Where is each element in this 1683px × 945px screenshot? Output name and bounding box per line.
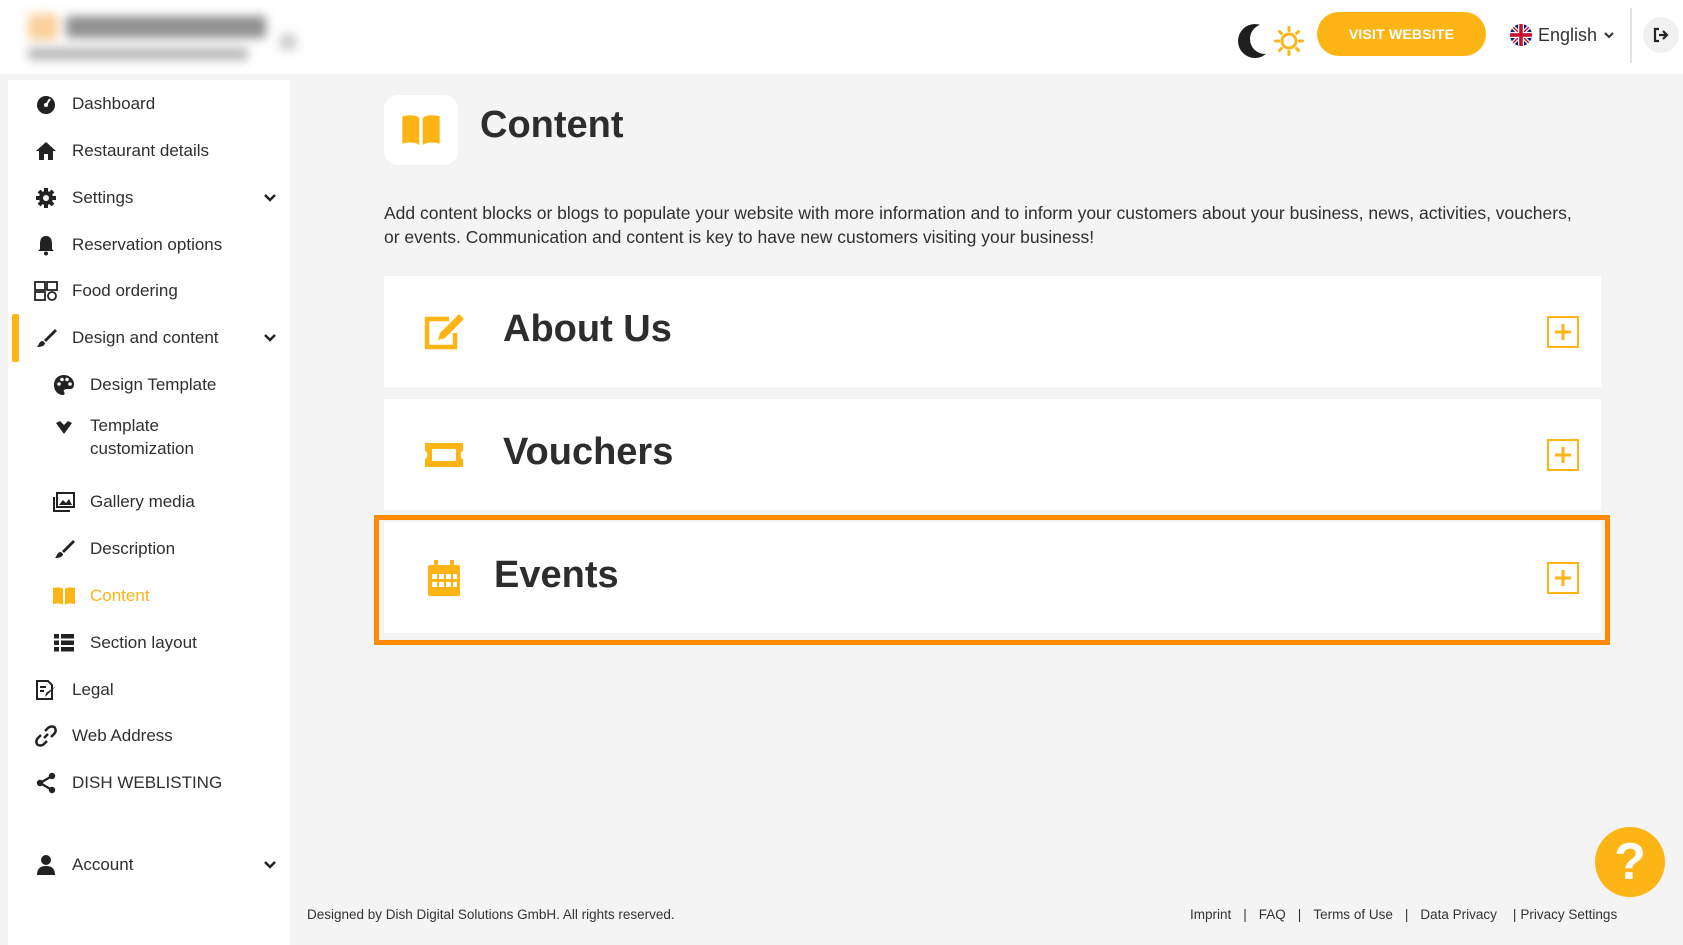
- calendar-icon: [422, 556, 466, 600]
- chevron-down-icon: [264, 861, 276, 869]
- events-card[interactable]: Events: [384, 522, 1601, 633]
- home-icon: [34, 139, 58, 163]
- top-bar: VISIT WEBSITE English: [0, 0, 1683, 74]
- legal-icon: [34, 678, 58, 702]
- sidebar-item-label: Legal: [72, 680, 114, 699]
- sidebar: Dashboard Restaurant details Settings Re…: [8, 80, 290, 945]
- sidebar-item-label: Web Address: [72, 726, 173, 745]
- visit-website-button[interactable]: VISIT WEBSITE: [1317, 12, 1486, 56]
- expand-plus-icon[interactable]: [1547, 316, 1579, 348]
- sidebar-item-design-and-content[interactable]: Design and content: [8, 318, 290, 358]
- chevron-down-icon: [264, 334, 276, 342]
- sidebar-item-label: Settings: [72, 188, 134, 207]
- sidebar-item-description[interactable]: Description: [8, 529, 290, 569]
- moon-icon: [1238, 24, 1280, 58]
- pen-icon: [52, 537, 76, 561]
- palette-icon: [52, 373, 76, 397]
- footer-link-data-privacy[interactable]: Data Privacy: [1420, 907, 1497, 922]
- dashboard-icon: [34, 92, 58, 116]
- sidebar-item-template-customization[interactable]: Template customization: [8, 412, 290, 460]
- sidebar-item-label: Section layout: [90, 633, 197, 652]
- sidebar-item-label: Dashboard: [72, 94, 156, 113]
- page-title: Content: [480, 104, 624, 146]
- magic-icon: [52, 416, 76, 440]
- sidebar-item-dish-weblisting[interactable]: DISH WEBLISTING: [8, 763, 290, 803]
- footer-link-faq[interactable]: FAQ: [1259, 907, 1286, 922]
- sidebar-item-reservation-options[interactable]: Reservation options: [8, 225, 290, 265]
- sidebar-item-section-layout[interactable]: Section layout: [8, 623, 290, 663]
- share-icon: [34, 771, 58, 795]
- help-button[interactable]: ?: [1595, 827, 1665, 897]
- footer-separator: |: [1512, 907, 1517, 922]
- footer-link-privacy-settings[interactable]: Privacy Settings: [1520, 907, 1617, 922]
- link-icon: [34, 724, 58, 748]
- logout-button[interactable]: [1643, 17, 1679, 53]
- user-icon: [34, 853, 58, 877]
- sidebar-item-food-ordering[interactable]: Food ordering: [8, 271, 290, 311]
- sidebar-item-design-template[interactable]: Design Template: [8, 365, 290, 405]
- brand-dropdown-icon: [280, 34, 296, 50]
- divider: [1630, 8, 1632, 63]
- sidebar-item-account[interactable]: Account: [8, 845, 290, 885]
- sidebar-item-dashboard[interactable]: Dashboard: [8, 84, 290, 124]
- chevron-down-icon: [1604, 32, 1614, 39]
- sidebar-item-legal[interactable]: Legal: [8, 670, 290, 710]
- footer-separator: |: [1297, 907, 1302, 922]
- footer-links: Imprint | FAQ | Terms of Use | Data Priv…: [1190, 907, 1617, 922]
- chevron-down-icon: [264, 194, 276, 202]
- footer-separator: |: [1243, 907, 1247, 922]
- theme-toggle[interactable]: [1238, 20, 1308, 60]
- sidebar-item-content[interactable]: Content: [8, 576, 290, 616]
- logout-icon: [1653, 27, 1669, 43]
- about-us-card[interactable]: About Us: [384, 276, 1601, 387]
- sidebar-item-label: DISH WEBLISTING: [72, 773, 223, 792]
- footer-link-terms-of-use[interactable]: Terms of Use: [1313, 907, 1393, 922]
- sidebar-item-web-address[interactable]: Web Address: [8, 716, 290, 756]
- page-description: Add content blocks or blogs to populate …: [384, 203, 1572, 247]
- sidebar-item-label: Reservation options: [72, 235, 223, 254]
- brand-name-blurred: [66, 16, 266, 38]
- footer-copyright: Designed by Dish Digital Solutions GmbH.…: [307, 907, 675, 922]
- gear-icon: [34, 186, 58, 210]
- sun-icon: [1274, 26, 1304, 56]
- footer-separator: |: [1404, 907, 1409, 922]
- expand-plus-icon[interactable]: [1547, 562, 1579, 594]
- sidebar-item-label: Content: [90, 586, 150, 605]
- sidebar-item-label: Template customization: [90, 416, 194, 458]
- sidebar-item-restaurant-details[interactable]: Restaurant details: [8, 131, 290, 171]
- brand-logo: [28, 14, 58, 40]
- food-ordering-icon: [34, 279, 58, 303]
- card-title: About Us: [503, 308, 672, 350]
- sidebar-item-label: Account: [72, 855, 134, 874]
- sidebar-item-label: Food ordering: [72, 281, 178, 300]
- sidebar-item-gallery-media[interactable]: Gallery media: [8, 482, 290, 522]
- restaurant-brand-blurred[interactable]: [22, 10, 296, 65]
- list-icon: [52, 631, 76, 655]
- book-icon: [52, 584, 76, 608]
- vouchers-card[interactable]: Vouchers: [384, 399, 1601, 510]
- question-icon: ?: [1614, 833, 1646, 891]
- uk-flag-icon: [1510, 24, 1532, 46]
- card-title: Vouchers: [503, 431, 674, 473]
- expand-plus-icon[interactable]: [1547, 439, 1579, 471]
- ticket-icon: [422, 433, 466, 477]
- language-selector[interactable]: English: [1510, 20, 1615, 50]
- edit-icon: [422, 310, 466, 354]
- gallery-icon: [52, 490, 76, 514]
- sidebar-item-label: Design Template: [90, 375, 217, 394]
- language-label: English: [1538, 24, 1598, 45]
- card-title: Events: [494, 554, 619, 596]
- bell-icon: [34, 233, 58, 257]
- sidebar-item-settings[interactable]: Settings: [8, 178, 290, 218]
- footer-link-imprint[interactable]: Imprint: [1190, 907, 1231, 922]
- brand-subtitle-blurred: [28, 48, 248, 60]
- sidebar-item-label: Description: [90, 539, 176, 558]
- sidebar-item-label: Restaurant details: [72, 141, 210, 160]
- page-book-icon: [384, 95, 458, 165]
- sidebar-item-label: Design and content: [72, 328, 219, 347]
- sidebar-item-label: Gallery media: [90, 492, 195, 511]
- brush-icon: [34, 326, 58, 350]
